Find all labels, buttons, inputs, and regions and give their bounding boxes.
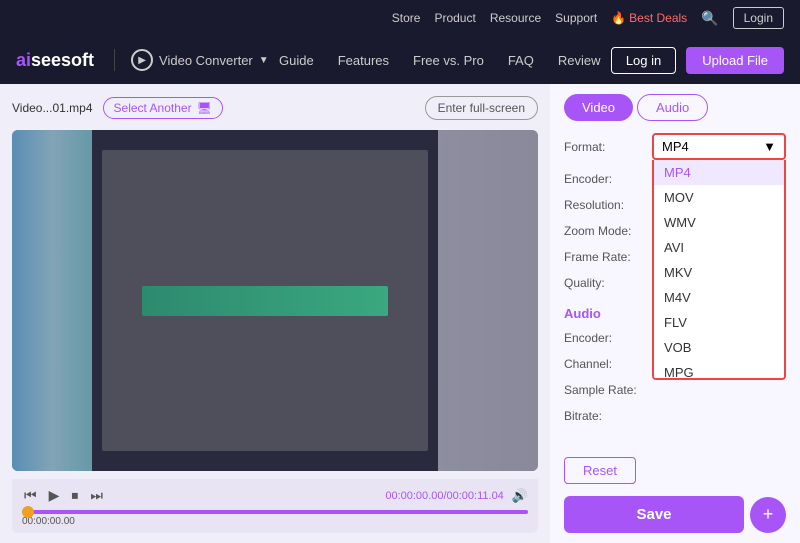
video-tab[interactable]: Video: [564, 94, 633, 121]
top-nav-links: Store Product Resource Support 🔥 Best De…: [392, 7, 784, 29]
framerate-label: Frame Rate:: [564, 250, 652, 264]
main-nav-actions: Log in Upload File: [611, 47, 784, 74]
nav-faq[interactable]: FAQ: [508, 53, 534, 68]
preview-blur-right: [438, 130, 538, 471]
file-name: Video...01.mp4: [12, 101, 93, 115]
dropdown-item-wmv[interactable]: WMV: [654, 210, 784, 235]
dropdown-item-mpg[interactable]: MPG: [654, 360, 784, 380]
top-login-button[interactable]: Login: [733, 7, 784, 29]
main-nav-links: Guide Features Free vs. Pro FAQ Review: [269, 53, 611, 68]
video-controls: ⏮ ▶ ⏹ ⏭ 00:00:00.00/00:00:11.04 🔊 00:00:…: [12, 479, 538, 533]
logo-area: aiseesoft: [16, 50, 94, 71]
dropdown-item-flv[interactable]: FLV: [654, 310, 784, 335]
nav-store[interactable]: Store: [392, 11, 421, 25]
sample-rate-label: Sample Rate:: [564, 383, 652, 397]
audio-tab[interactable]: Audio: [637, 94, 708, 121]
bitrate-label: Bitrate:: [564, 409, 652, 423]
save-row: Save +: [564, 496, 786, 533]
nav-support[interactable]: Support: [555, 11, 597, 25]
monitor-icon: 🖥: [197, 101, 212, 115]
dropdown-item-mkv[interactable]: MKV: [654, 260, 784, 285]
app-icon: ▶: [131, 49, 153, 71]
save-plus-button[interactable]: +: [750, 497, 786, 533]
format-label: Format:: [564, 140, 652, 154]
left-panel: Video...01.mp4 Select Another 🖥 Enter fu…: [0, 84, 550, 543]
video-preview: [12, 130, 538, 471]
format-row: Format: MP4 ▼ MP4 MOV WMV AVI MKV M4V FL…: [564, 133, 786, 160]
volume-icon[interactable]: 🔊: [512, 488, 528, 504]
format-selected-value: MP4: [662, 139, 689, 154]
dropdown-arrow-icon: ▼: [763, 139, 776, 154]
quality-label: Quality:: [564, 276, 652, 290]
rewind-button[interactable]: ⏮: [22, 485, 39, 506]
content-area: Video...01.mp4 Select Another 🖥 Enter fu…: [0, 84, 800, 543]
logo-ai-part: ai: [16, 50, 31, 70]
select-another-button[interactable]: Select Another 🖥: [103, 97, 223, 119]
media-tabs: Video Audio: [564, 94, 786, 121]
nav-guide[interactable]: Guide: [279, 53, 314, 68]
nav-resource[interactable]: Resource: [490, 11, 541, 25]
dropdown-item-mov[interactable]: MOV: [654, 185, 784, 210]
time-display: 00:00:00.00/00:00:11.04: [385, 490, 503, 502]
audio-encoder-label: Encoder:: [564, 331, 652, 345]
upload-file-button[interactable]: Upload File: [686, 47, 784, 74]
reset-button[interactable]: Reset: [564, 457, 636, 484]
right-panel: Video Audio Format: MP4 ▼ MP4 MOV WMV AV…: [550, 84, 800, 543]
bitrate-row: Bitrate:: [564, 409, 786, 423]
main-navbar: aiseesoft ▶ Video Converter ▼ Guide Feat…: [0, 36, 800, 84]
preview-bar: [142, 286, 388, 316]
time-start: 00:00:00.00: [22, 516, 528, 527]
dropdown-item-avi[interactable]: AVI: [654, 235, 784, 260]
top-navbar: Store Product Resource Support 🔥 Best De…: [0, 0, 800, 36]
dropdown-item-mp4[interactable]: MP4: [654, 160, 784, 185]
zoom-label: Zoom Mode:: [564, 224, 652, 238]
save-button[interactable]: Save: [564, 496, 744, 533]
nav-product[interactable]: Product: [434, 11, 475, 25]
controls-row: ⏮ ▶ ⏹ ⏭ 00:00:00.00/00:00:11.04 🔊: [22, 485, 528, 506]
nav-best-deals[interactable]: 🔥 Best Deals: [611, 11, 687, 25]
file-toolbar: Video...01.mp4 Select Another 🖥 Enter fu…: [12, 94, 538, 122]
nav-features[interactable]: Features: [338, 53, 389, 68]
app-name: Video Converter: [159, 53, 253, 68]
progress-fill: [22, 510, 528, 514]
nav-review[interactable]: Review: [558, 53, 601, 68]
fullscreen-button[interactable]: Enter full-screen: [425, 96, 538, 120]
stop-button[interactable]: ⏹: [69, 485, 80, 506]
preview-blur-left: [12, 130, 92, 471]
app-selector-arrow: ▼: [259, 55, 269, 66]
search-icon[interactable]: 🔍: [701, 10, 718, 27]
main-login-button[interactable]: Log in: [611, 47, 676, 74]
fast-forward-button[interactable]: ⏭: [88, 485, 105, 506]
encoder-label: Encoder:: [564, 172, 652, 186]
progress-bar[interactable]: [22, 510, 528, 514]
channel-label: Channel:: [564, 357, 652, 371]
sample-rate-row: Sample Rate:: [564, 383, 786, 397]
progress-thumb[interactable]: [22, 506, 34, 518]
nav-free-vs-pro[interactable]: Free vs. Pro: [413, 53, 484, 68]
app-selector[interactable]: ▶ Video Converter ▼: [114, 49, 269, 71]
format-select-button[interactable]: MP4 ▼: [652, 133, 786, 160]
format-dropdown-container: MP4 ▼ MP4 MOV WMV AVI MKV M4V FLV VOB MP…: [652, 133, 786, 160]
resolution-label: Resolution:: [564, 198, 652, 212]
dropdown-item-m4v[interactable]: M4V: [654, 285, 784, 310]
format-dropdown-menu[interactable]: MP4 MOV WMV AVI MKV M4V FLV VOB MPG 3GP …: [652, 160, 786, 380]
dropdown-item-vob[interactable]: VOB: [654, 335, 784, 360]
play-button[interactable]: ▶: [47, 485, 62, 506]
logo: aiseesoft: [16, 50, 94, 71]
